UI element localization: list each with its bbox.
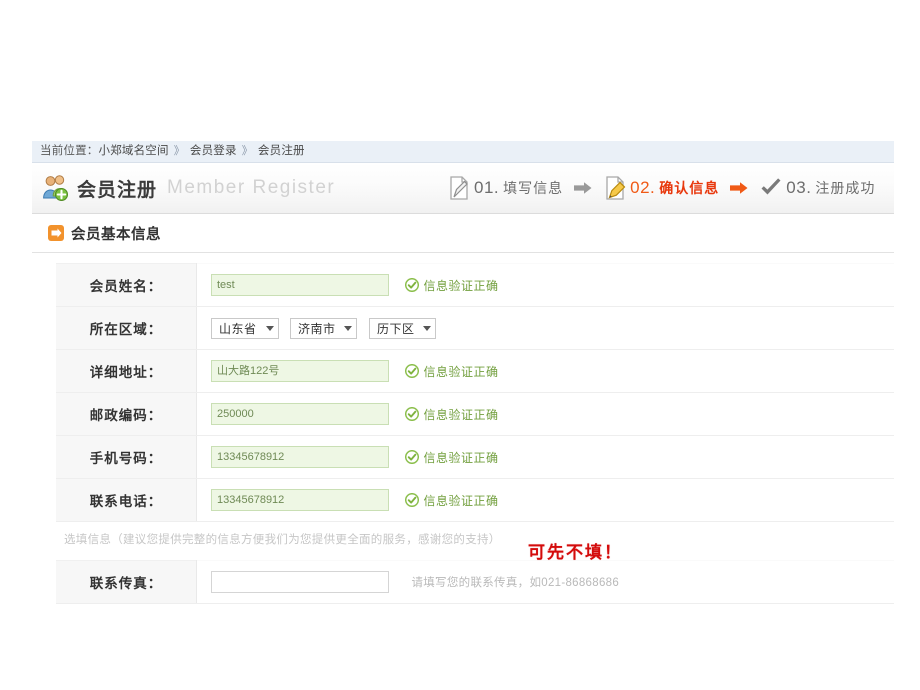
document-icon [447,175,471,201]
form-row-mobile: 手机号码： 信息验证正确 [56,435,894,479]
validation-status-mobile: 信息验证正确 [405,449,498,466]
postcode-input[interactable] [211,403,389,425]
fax-input[interactable] [211,571,389,593]
breadcrumb-prefix: 当前位置： [40,145,99,157]
optional-info-notice: 选填信息（建议您提供完整的信息方便我们为您提供更全面的服务，感谢您的支持） [64,534,501,546]
field-label-region: 所在区域： [56,306,197,350]
breadcrumb-item-home[interactable]: 小郑域名空间 [99,145,169,157]
step-label-02: 确认信息 [659,180,720,196]
optional-info-notice-row: 选填信息（建议您提供完整的信息方便我们为您提供更全面的服务，感谢您的支持） 可先… [56,522,894,562]
arrow-right-icon [573,180,593,196]
validation-status-postcode: 信息验证正确 [405,406,498,423]
users-add-icon [40,174,70,202]
chevron-down-icon [423,325,432,331]
form-row-fax: 联系传真： 请填写您的联系传真，如021-86868686 [56,560,894,604]
chevron-down-icon [265,325,274,331]
city-select-value: 济南市 [297,321,336,336]
check-circle-icon [405,277,420,293]
breadcrumb-item-login[interactable]: 会员登录 [190,145,237,157]
step-number-03: 03. [786,178,812,197]
mobile-input[interactable] [211,446,389,468]
document-edit-icon [603,175,627,201]
field-value-address: 信息验证正确 [196,349,894,393]
step-item-01[interactable]: 01. 填写信息 [447,175,563,201]
breadcrumb-item-register[interactable]: 会员注册 [258,145,305,157]
field-value-name: 信息验证正确 [196,263,894,307]
address-input[interactable] [211,360,389,382]
breadcrumb: 当前位置：小郑域名空间》会员登录》会员注册 [32,141,894,163]
page-title-en: Member Register [167,177,336,198]
field-value-phone: 信息验证正确 [196,478,894,522]
step-label-03: 注册成功 [815,180,876,196]
field-value-region: 山东省 济南市 历下区 [196,306,894,350]
field-label-address: 详细地址： [56,349,197,393]
form-row-address: 详细地址： 信息验证正确 [56,349,894,393]
page-content: 当前位置：小郑域名空间》会员登录》会员注册 会员注册 Member Regist… [32,141,894,604]
member-name-input[interactable] [211,274,389,296]
breadcrumb-separator-icon: 》 [241,145,253,157]
arrow-right-icon [729,180,749,196]
form-row-name: 会员姓名： 信息验证正确 [56,263,894,307]
step-item-03[interactable]: 03. 注册成功 [759,175,875,201]
validation-text-address: 信息验证正确 [423,364,499,379]
check-circle-icon [405,449,420,465]
city-select[interactable]: 济南市 [289,317,358,339]
check-circle-icon [405,406,420,422]
orange-arrow-icon [48,225,64,241]
field-value-mobile: 信息验证正确 [196,435,894,479]
field-label-name: 会员姓名： [56,263,197,307]
field-label-mobile: 手机号码： [56,435,197,479]
province-select[interactable]: 山东省 [211,317,279,339]
validation-text-postcode: 信息验证正确 [423,407,499,422]
step-indicator: 01. 填写信息 02. 确认信息 03. 注册成功 [447,163,875,213]
optional-info-form: 联系传真： 请填写您的联系传真，如021-86868686 [56,560,894,604]
validation-text-name: 信息验证正确 [423,278,499,293]
checkmark-icon [759,175,783,201]
step-number-01: 01. [474,178,500,197]
phone-input[interactable] [211,489,389,511]
field-hint-fax: 请填写您的联系传真，如021-86868686 [411,577,620,589]
validation-status-address: 信息验证正确 [405,363,498,380]
step-label-01: 填写信息 [503,180,564,196]
validation-text-phone: 信息验证正确 [423,493,499,508]
validation-text-mobile: 信息验证正确 [423,450,499,465]
member-info-form: 会员姓名： 信息验证正确 [56,263,894,522]
page-title-group: 会员注册 Member Register [32,174,335,202]
check-circle-icon [405,363,420,379]
province-select-value: 山东省 [219,321,257,336]
validation-status-phone: 信息验证正确 [405,492,498,509]
chevron-down-icon [344,325,353,331]
step-number-02: 02. [630,178,656,197]
field-value-fax: 请填写您的联系传真，如021-86868686 [196,560,894,604]
validation-status-name: 信息验证正确 [405,277,498,294]
annotation-can-skip: 可先不填！ [528,543,623,562]
form-row-region: 所在区域： 山东省 济南市 历下区 [56,306,894,350]
district-select-value: 历下区 [376,321,415,336]
form-row-phone: 联系电话： 信息验证正确 [56,478,894,522]
field-value-postcode: 信息验证正确 [196,392,894,436]
section-title: 会员基本信息 [71,226,161,243]
field-label-fax: 联系传真： [56,560,197,604]
district-select[interactable]: 历下区 [368,317,437,339]
form-row-postcode: 邮政编码： 信息验证正确 [56,392,894,436]
field-label-postcode: 邮政编码： [56,392,197,436]
page-title: 会员注册 [77,179,158,201]
step-item-02[interactable]: 02. 确认信息 [603,175,719,201]
field-label-phone: 联系电话： [56,478,197,522]
section-header-basic-info: 会员基本信息 [32,214,894,253]
page-header: 会员注册 Member Register 01. 填写信息 02. 确认信息 0… [32,163,894,214]
breadcrumb-separator-icon: 》 [173,145,185,157]
page-root: 当前位置：小郑域名空间》会员登录》会员注册 会员注册 Member Regist… [0,0,920,690]
check-circle-icon [405,492,420,508]
